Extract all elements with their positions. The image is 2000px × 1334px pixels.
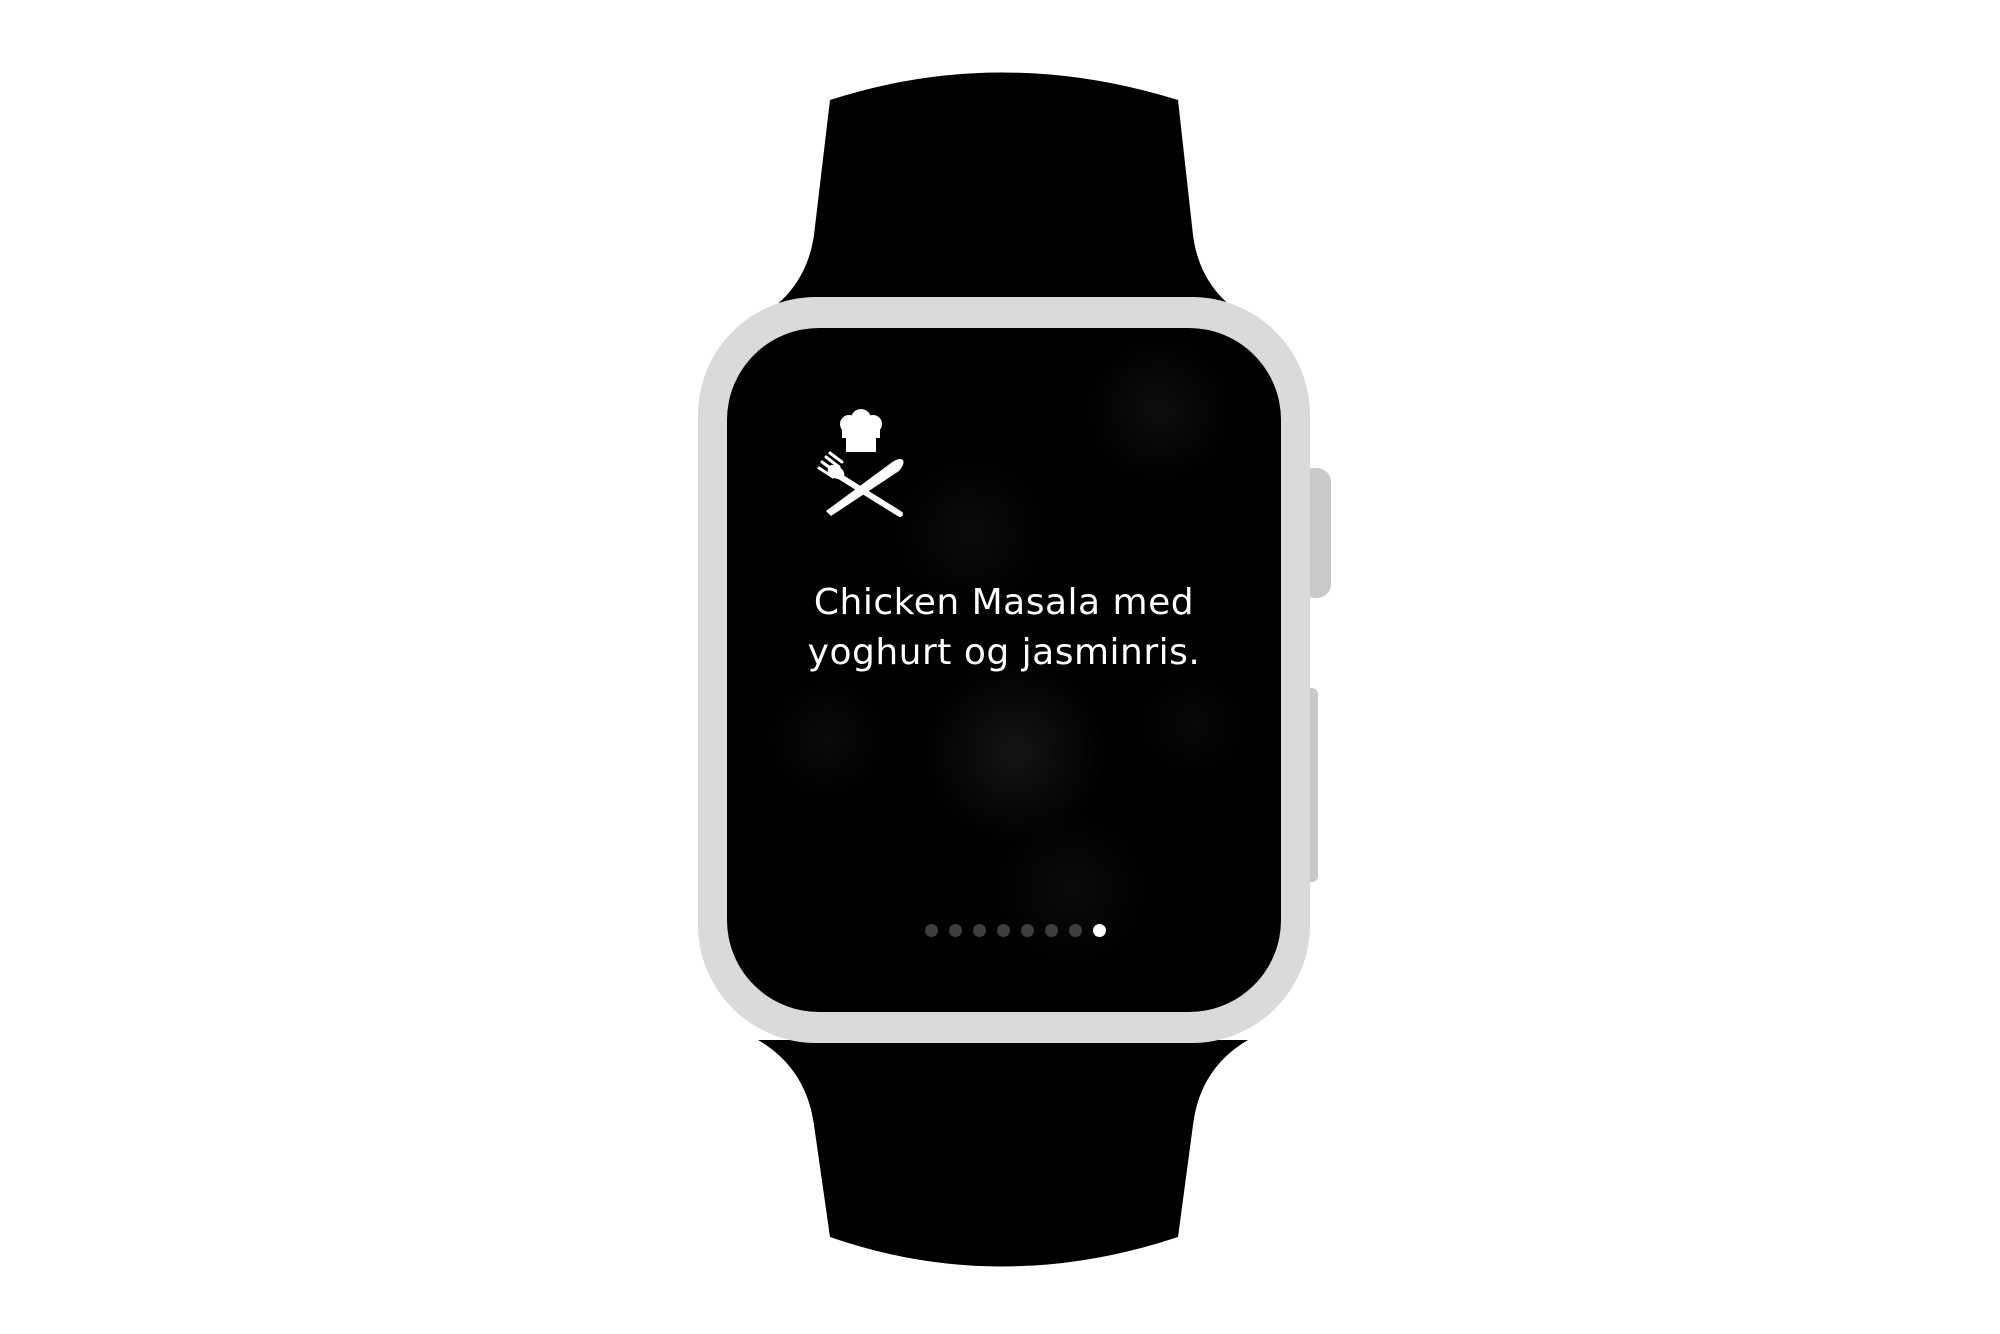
message-line-2: yoghurt og jasminris. bbox=[807, 632, 1201, 673]
bottom-strap bbox=[758, 1040, 1248, 1267]
chef-hat-cutlery-icon bbox=[817, 409, 904, 517]
notification-message: Chicken Masala med yoghurt og jasminris. bbox=[767, 578, 1241, 678]
page-dot-1[interactable] bbox=[924, 924, 938, 937]
page-dot-4[interactable] bbox=[996, 924, 1010, 937]
page-dot-8-current[interactable] bbox=[1092, 924, 1106, 937]
watch-mockup: Chicken Masala med yoghurt og jasminris. bbox=[0, 0, 2000, 1334]
message-line-1: Chicken Masala med bbox=[813, 582, 1195, 623]
top-strap bbox=[758, 72, 1248, 318]
watch-screen[interactable]: Chicken Masala med yoghurt og jasminris. bbox=[727, 328, 1281, 1012]
page-dot-2[interactable] bbox=[948, 924, 962, 937]
page-dot-7[interactable] bbox=[1068, 924, 1082, 937]
page-dot-3[interactable] bbox=[972, 924, 986, 937]
page-indicator[interactable] bbox=[738, 924, 1281, 938]
page-dot-6[interactable] bbox=[1044, 924, 1058, 937]
page-dot-5[interactable] bbox=[1020, 924, 1034, 937]
